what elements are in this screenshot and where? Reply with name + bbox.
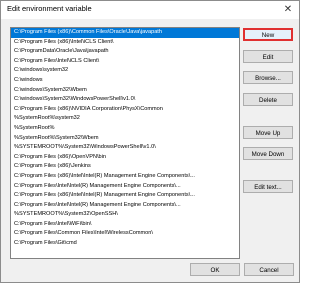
path-list[interactable]: C:\Program Files (x86)\Common Files\Orac… — [10, 27, 240, 259]
edit-text-button[interactable]: Edit text... — [243, 180, 293, 193]
path-list-item[interactable]: %SYSTEMROOT%\System32\WindowsPowerShell\… — [11, 143, 239, 153]
move-down-button[interactable]: Move Down — [243, 147, 293, 160]
path-list-item[interactable]: %SYSTEMROOT%\System32\OpenSSH\ — [11, 210, 239, 220]
path-list-item[interactable]: C:\windows\System32\WindowsPowerShell\v1… — [11, 95, 239, 105]
path-list-item[interactable]: C:\Program Files\Common Files\Intel\Wire… — [11, 229, 239, 239]
path-list-item[interactable]: C:\Program Files\Intel\Intel(R) Manageme… — [11, 182, 239, 192]
path-list-item[interactable]: C:\windows\System32\Wbem — [11, 86, 239, 96]
move-up-button[interactable]: Move Up — [243, 126, 293, 139]
path-list-item[interactable]: C:\Program Files (x86)\NVIDIA Corporatio… — [11, 105, 239, 115]
title-bar: Edit environment variable ✕ — [1, 1, 299, 19]
path-list-item[interactable]: %SystemRoot% — [11, 124, 239, 134]
path-list-item[interactable]: %SystemRoot%\System32\Wbem — [11, 134, 239, 144]
path-list-item[interactable]: C:\windows — [11, 76, 239, 86]
path-list-item[interactable]: C:\Program Files\Intel\WiFi\bin\ — [11, 220, 239, 230]
path-list-item[interactable]: C:\Program Files\Git\cmd — [11, 239, 239, 249]
path-list-item[interactable]: C:\ProgramData\Oracle\Java\javapath — [11, 47, 239, 57]
edit-button[interactable]: Edit — [243, 50, 293, 63]
ok-button[interactable]: OK — [190, 263, 240, 276]
path-list-item[interactable]: C:\Program Files (x86)\Common Files\Orac… — [11, 28, 239, 38]
edit-env-var-dialog: Edit environment variable ✕ C:\Program F… — [0, 0, 300, 283]
path-list-item[interactable]: C:\Program Files\Intel\Intel(R) Manageme… — [11, 201, 239, 211]
path-list-item[interactable]: C:\Program Files (x86)\Intel\Intel(R) Ma… — [11, 191, 239, 201]
path-list-item[interactable]: C:\Program Files (x86)\Jenkins — [11, 162, 239, 172]
path-list-item[interactable]: C:\Program Files (x86)\Intel\iCLS Client… — [11, 38, 239, 48]
close-icon[interactable]: ✕ — [281, 3, 295, 17]
path-list-item[interactable]: C:\Program Files (x86)\Intel\Intel(R) Ma… — [11, 172, 239, 182]
path-list-item[interactable]: %SystemRoot%\system32 — [11, 114, 239, 124]
path-list-item[interactable]: C:\Program Files\Intel\iCLS Client\ — [11, 57, 239, 67]
new-button[interactable]: New — [243, 28, 293, 41]
browse-button[interactable]: Browse... — [243, 71, 293, 84]
dialog-title: Edit environment variable — [7, 4, 92, 13]
delete-button[interactable]: Delete — [243, 93, 293, 106]
cancel-button[interactable]: Cancel — [244, 263, 294, 276]
path-list-item[interactable]: C:\windows\system32 — [11, 66, 239, 76]
path-list-item[interactable]: C:\Program Files (x86)\OpenVPN\bin — [11, 153, 239, 163]
